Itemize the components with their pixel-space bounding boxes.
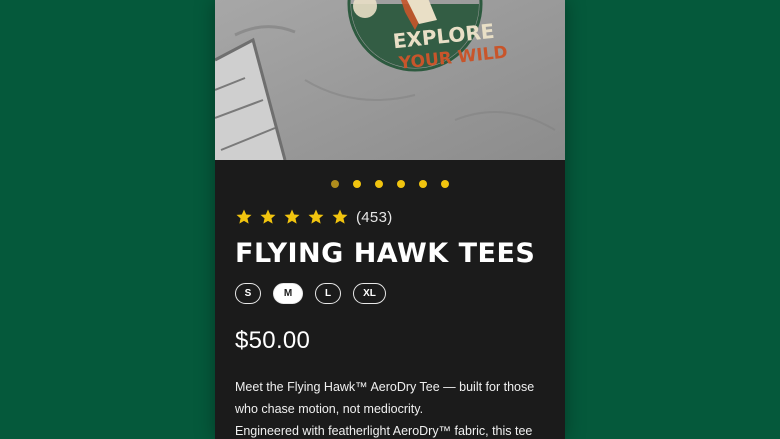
- carousel-dot[interactable]: [397, 180, 405, 188]
- product-title: FLYING HAWK TEES: [235, 238, 536, 269]
- size-option-l[interactable]: L: [315, 283, 341, 304]
- star-icon: [284, 209, 300, 224]
- size-option-m[interactable]: M: [273, 283, 303, 304]
- carousel-dot[interactable]: [441, 180, 449, 188]
- star-icon: [308, 209, 324, 224]
- size-option-s[interactable]: S: [235, 283, 261, 304]
- review-count[interactable]: (453): [356, 209, 393, 226]
- carousel-dots: [331, 180, 451, 188]
- carousel-dot[interactable]: [353, 180, 361, 188]
- page-background: EXPLORE YOUR WILD (453) FLYING HAWK TEES…: [0, 0, 780, 439]
- product-price: $50.00: [235, 327, 311, 354]
- description-paragraph: Engineered with featherlight AeroDry™ fa…: [235, 424, 533, 438]
- description-paragraph: Meet the Flying Hawk™ AeroDry Tee — buil…: [235, 380, 535, 416]
- size-selector: S M L XL: [235, 283, 386, 304]
- star-icon: [236, 209, 252, 224]
- product-card: EXPLORE YOUR WILD (453) FLYING HAWK TEES…: [215, 0, 565, 439]
- size-option-xl[interactable]: XL: [353, 283, 386, 304]
- carousel-dot[interactable]: [419, 180, 427, 188]
- product-image[interactable]: EXPLORE YOUR WILD: [215, 0, 565, 160]
- carousel-dot[interactable]: [331, 180, 339, 188]
- tshirt-photo: EXPLORE YOUR WILD: [215, 0, 565, 160]
- star-icon: [332, 209, 348, 224]
- product-description: Meet the Flying Hawk™ AeroDry Tee — buil…: [235, 376, 550, 439]
- carousel-dot[interactable]: [375, 180, 383, 188]
- star-icon: [260, 209, 276, 224]
- rating: (453): [235, 207, 393, 227]
